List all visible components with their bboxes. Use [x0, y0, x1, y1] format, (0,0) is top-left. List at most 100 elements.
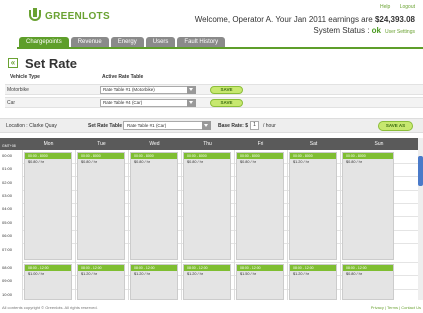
day-header-wed: Wed — [149, 141, 160, 147]
tab-fault-history[interactable]: Fault History — [177, 37, 226, 47]
day-column — [75, 150, 76, 300]
rate-block-sat-night[interactable]: 00:00 - 8000 $1.20 / hr — [289, 152, 337, 260]
block-time: 00:00 - 8000 — [184, 153, 230, 159]
block-rate: $0.80 / hr — [346, 160, 363, 164]
vehicle-label: Car — [7, 100, 16, 106]
block-rate: $0.80 / hr — [134, 160, 151, 164]
rate-block-mon-day[interactable]: 08:00 - 12:00 $1.00 / hr — [24, 264, 72, 300]
rate-row-motorbike: Motorbike Rate Table #1 (Motorbike) SAVE — [5, 84, 423, 95]
hour-label: 09:00 — [2, 278, 13, 283]
block-rate: $1.00 / hr — [28, 272, 45, 276]
rate-table-select-motorbike[interactable]: Rate Table #1 (Motorbike) — [100, 86, 196, 94]
tab-chargepoints[interactable]: Chargepoints — [19, 37, 69, 47]
hour-label: 00:00 — [2, 153, 13, 158]
rate-block-mon-night[interactable]: 00:00 - 8000 $0.80 / hr — [24, 152, 72, 260]
block-time: 00:00 - 8000 — [131, 153, 177, 159]
calendar-grid: 00:00 01:00 02:00 03:00 04:00 05:00 06:0… — [0, 150, 418, 300]
rate-block-fri-day[interactable]: 08:00 - 12:00 $1.50 / hr — [236, 264, 284, 300]
chevron-down-icon[interactable] — [202, 121, 211, 130]
brand-name: GREENLOTS — [45, 10, 110, 22]
rate-block-thu-night[interactable]: 00:00 - 8000 $0.80 / hr — [183, 152, 231, 260]
save-button-motorbike[interactable]: SAVE — [210, 86, 243, 94]
col-vehicle-type: Vehicle Type — [10, 74, 40, 80]
day-header-sun: Sun — [374, 141, 384, 147]
location-bar: Location : Clarke Quay Set Rate Table Ra… — [0, 118, 423, 133]
plug-icon — [27, 8, 43, 24]
day-column — [340, 150, 341, 300]
day-column — [287, 150, 288, 300]
rate-block-wed-day[interactable]: 08:00 - 12:00 $1.20 / hr — [130, 264, 178, 300]
save-button-car[interactable]: SAVE — [210, 99, 243, 107]
block-rate: $1.20 / hr — [134, 272, 151, 276]
hour-label: 06:00 — [2, 233, 13, 238]
user-settings-link[interactable]: User Settings — [385, 29, 415, 35]
chevron-down-icon[interactable] — [187, 86, 196, 94]
rate-block-thu-day[interactable]: 08:00 - 12:00 $1.20 / hr — [183, 264, 231, 300]
block-rate: $0.80 / hr — [346, 272, 363, 276]
base-rate-unit: / hour — [263, 123, 276, 129]
day-header-mon: Mon — [43, 141, 54, 147]
timezone-label: GMT+08 — [2, 144, 16, 148]
block-time: 00:00 - 8000 — [290, 153, 336, 159]
copyright-text: All contents copyright © Greenlots. All … — [2, 305, 98, 310]
hour-label: 02:00 — [2, 180, 13, 185]
rate-block-sat-day[interactable]: 08:00 - 12:00 $1.20 / hr — [289, 264, 337, 300]
footer-links[interactable]: Privacy | Terms | Contact Us — [371, 305, 421, 310]
hour-label: 10:00 — [2, 292, 13, 297]
scrollbar-thumb[interactable] — [418, 156, 423, 186]
block-rate: $0.80 / hr — [81, 160, 98, 164]
block-time: 00:00 - 8000 — [343, 153, 393, 159]
col-active-rate-table: Active Rate Table — [102, 74, 144, 80]
block-time: 08:00 - 12:00 — [184, 265, 230, 271]
logout-link[interactable]: Logout — [400, 4, 415, 10]
select-value: Rate Table #1 (Car) — [127, 123, 167, 128]
hour-label: 05:00 — [2, 220, 13, 225]
footer: All contents copyright © Greenlots. All … — [0, 303, 423, 313]
header: GREENLOTS Help Logout Welcome, Operator … — [0, 0, 423, 36]
welcome-message: Welcome, Operator A. Your Jan 2011 earni… — [195, 15, 415, 24]
tab-revenue[interactable]: Revenue — [70, 37, 109, 47]
set-rate-table-select[interactable]: Rate Table #1 (Car) — [123, 121, 211, 130]
rate-block-wed-night[interactable]: 00:00 - 8000 $0.80 / hr — [130, 152, 178, 260]
block-rate: $0.80 / hr — [28, 160, 45, 164]
double-chevron-left-icon[interactable]: « — [8, 58, 18, 68]
tab-users[interactable]: Users — [145, 37, 176, 47]
location-value: Clarke Quay — [29, 123, 57, 129]
system-status: System Status : ok User Settings — [313, 26, 415, 35]
base-rate-label-text: Base Rate: $ — [218, 123, 249, 129]
welcome-text: Welcome, Operator A. Your Jan 2011 earni… — [194, 15, 375, 24]
earnings-value: $24,393.08 — [374, 15, 415, 24]
base-rate-label: Base Rate: $ — [218, 123, 248, 129]
rate-block-sun-night[interactable]: 00:00 - 8000 $0.80 / hr — [342, 152, 394, 260]
page-title: Set Rate — [25, 56, 78, 71]
top-links: Help Logout — [372, 4, 415, 10]
rate-block-sun-day[interactable]: 08:00 - 12:00 $0.80 / hr — [342, 264, 394, 300]
brand-logo[interactable]: GREENLOTS — [27, 8, 110, 24]
base-rate-input[interactable]: 1 — [250, 121, 259, 130]
calendar-scrollbar[interactable] — [418, 138, 423, 300]
set-rate-table-label-text: Set Rate Table — [88, 123, 123, 129]
location-label: Location : Clarke Quay — [6, 123, 57, 129]
block-rate: $1.20 / hr — [81, 272, 98, 276]
day-column — [128, 150, 129, 300]
rate-row-car: Car Rate Table #4 (Car) SAVE — [5, 97, 423, 108]
block-rate: $1.20 / hr — [187, 272, 204, 276]
rate-table-select-car[interactable]: Rate Table #4 (Car) — [100, 99, 196, 107]
hour-label: 07:00 — [2, 247, 13, 252]
select-value: Rate Table #4 (Car) — [103, 100, 143, 105]
day-column — [22, 150, 23, 300]
rate-block-tue-day[interactable]: 08:00 - 12:00 $1.20 / hr — [77, 264, 125, 300]
help-link[interactable]: Help — [380, 4, 390, 10]
day-header-sat: Sat — [309, 141, 318, 147]
rate-block-tue-night[interactable]: 00:00 - 8000 $0.80 / hr — [77, 152, 125, 260]
location-label-text: Location : — [6, 123, 28, 129]
block-time: 00:00 - 8000 — [25, 153, 71, 159]
save-as-button[interactable]: SAVE AS — [378, 121, 413, 131]
chevron-down-icon[interactable] — [187, 99, 196, 107]
rate-block-fri-night[interactable]: 00:00 - 8000 $0.80 / hr — [236, 152, 284, 260]
tab-energy[interactable]: Energy — [110, 37, 144, 47]
vehicle-label: Motorbike — [7, 87, 29, 93]
hour-label: 01:00 — [2, 166, 13, 171]
select-value: Rate Table #1 (Motorbike) — [103, 87, 155, 92]
day-header-thu: Thu — [203, 141, 212, 147]
